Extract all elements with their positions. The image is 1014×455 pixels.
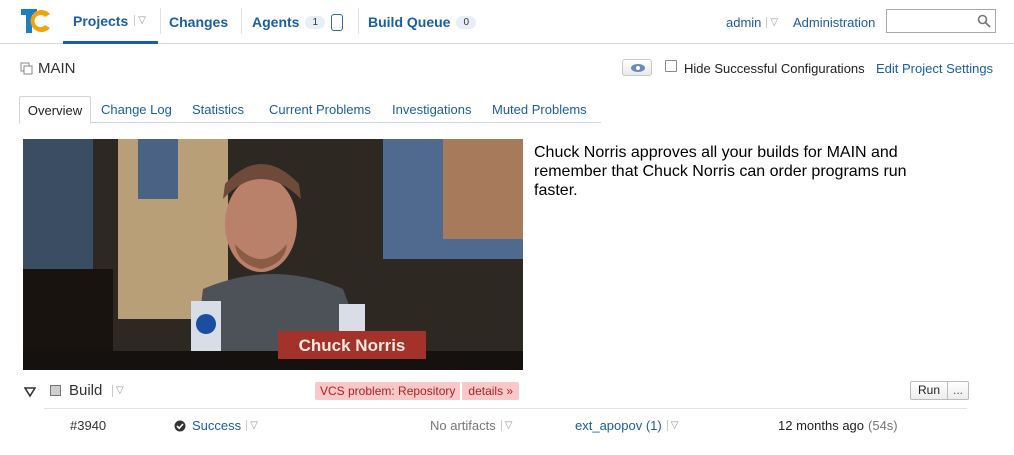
administration-label: Administration xyxy=(793,14,876,30)
chevron-down-icon[interactable]: ▽ xyxy=(500,420,512,431)
queue-count-badge: 0 xyxy=(456,15,477,29)
tab-investigations[interactable]: Investigations xyxy=(392,96,472,123)
hide-successful-label: Hide Successful Configurations xyxy=(684,61,865,76)
edit-project-settings-link[interactable]: Edit Project Settings xyxy=(876,61,993,76)
run-custom-button[interactable]: ... xyxy=(948,382,968,399)
nav-separator xyxy=(160,8,161,34)
nav-agents-label: Agents xyxy=(252,14,300,30)
tab-muted-problems[interactable]: Muted Problems xyxy=(492,96,587,123)
build-status-link[interactable]: Success xyxy=(192,418,241,433)
agents-count-badge: 1 xyxy=(305,15,326,29)
chevron-down-icon[interactable]: ▽ xyxy=(112,385,124,397)
tab-current-problems[interactable]: Current Problems xyxy=(269,96,371,123)
chevron-down-icon[interactable]: ▽ xyxy=(134,15,146,26)
build-number[interactable]: #3940 xyxy=(70,418,106,433)
nav-separator xyxy=(241,8,242,34)
build-config-name[interactable]: Build xyxy=(69,382,102,399)
chuck-norris-image: Chuck Norris xyxy=(23,139,523,370)
artifacts-label: No artifacts xyxy=(430,418,496,433)
tab-statistics[interactable]: Statistics xyxy=(192,96,244,123)
build-trigger: ext_apopov (1) ▽ xyxy=(575,418,678,433)
image-caption: Chuck Norris xyxy=(299,336,406,355)
project-title: MAIN xyxy=(20,60,76,77)
administration-link[interactable]: Administration xyxy=(793,0,875,44)
project-tabs: Overview Change Log Statistics Current P… xyxy=(19,96,601,124)
user-menu[interactable]: admin ▽ xyxy=(726,0,778,44)
build-status: Success ▽ xyxy=(174,418,258,433)
top-navigation: Projects ▽ Changes Agents 1 Build Queue … xyxy=(0,0,1014,44)
build-config-icon xyxy=(50,385,61,396)
chevron-down-icon[interactable]: ▽ xyxy=(766,16,778,28)
chevron-down-icon[interactable]: ▽ xyxy=(666,420,678,431)
eye-icon xyxy=(631,64,645,72)
nav-agents[interactable]: Agents 1 xyxy=(252,0,344,44)
agent-icon xyxy=(331,13,344,31)
hide-successful-checkbox[interactable] xyxy=(665,60,677,72)
nav-separator xyxy=(358,8,359,34)
nav-changes[interactable]: Changes xyxy=(169,0,228,44)
search-input[interactable] xyxy=(886,9,996,33)
nav-build-queue-label: Build Queue xyxy=(368,14,451,30)
vcs-problem-text: VCS problem: Repository xyxy=(315,382,461,400)
row-divider xyxy=(44,408,967,409)
trigger-user-link[interactable]: ext_apopov (1) xyxy=(575,418,662,433)
vcs-problem-badge: VCS problem: Repository details » xyxy=(315,382,520,400)
vcs-details-link[interactable]: details » xyxy=(462,382,520,400)
tab-overview[interactable]: Overview xyxy=(19,96,91,124)
overview-quote: Chuck Norris approves all your builds fo… xyxy=(534,144,907,199)
nav-projects[interactable]: Projects ▽ xyxy=(63,0,158,44)
search-icon[interactable] xyxy=(977,14,991,28)
teamcity-logo-icon[interactable] xyxy=(20,6,54,36)
collapse-icon[interactable] xyxy=(24,386,36,398)
project-icon xyxy=(20,62,33,74)
nav-build-queue[interactable]: Build Queue 0 xyxy=(368,0,477,44)
build-time-ago: 12 months ago xyxy=(778,418,865,433)
artifacts: No artifacts ▽ xyxy=(430,418,512,433)
run-button-group: Run ... xyxy=(910,381,970,400)
build-duration: (54s) xyxy=(868,418,898,433)
nav-projects-label: Projects xyxy=(73,12,129,29)
project-name: MAIN xyxy=(38,60,76,77)
watch-button[interactable] xyxy=(622,59,652,76)
chevron-down-icon[interactable]: ▽ xyxy=(246,420,258,431)
build-time: 12 months ago (54s) xyxy=(778,418,898,433)
run-button[interactable]: Run xyxy=(911,382,949,399)
user-name: admin xyxy=(726,14,762,30)
nav-changes-label: Changes xyxy=(169,14,229,30)
success-check-icon xyxy=(174,420,186,431)
tab-change-log[interactable]: Change Log xyxy=(101,96,172,123)
